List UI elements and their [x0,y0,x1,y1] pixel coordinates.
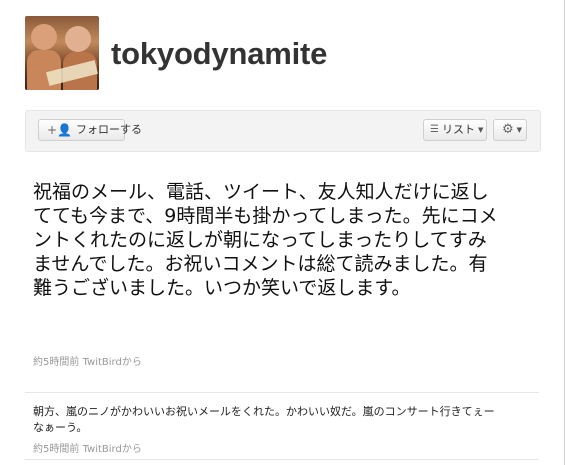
list-button[interactable]: ☰ リスト ▼ [423,119,487,141]
tweet-source[interactable]: TwitBirdから [83,444,142,455]
divider [25,392,539,393]
action-bar: +👤 フォローする ☰ リスト ▼ ⚙ ▼ [25,110,541,152]
add-user-icon: +👤 [47,123,72,137]
tweet-meta: 約5時間前 TwitBirdから [33,353,142,368]
tweet-timestamp[interactable]: 約5時間前 [33,357,79,368]
tweet-source[interactable]: TwitBirdから [83,357,142,368]
settings-button[interactable]: ⚙ ▼ [493,119,527,141]
tweet-timestamp[interactable]: 約5時間前 [33,444,79,455]
tweet-text: 朝方、嵐のニノがかわいいお祝いメールをくれた。かわいい奴だ。嵐のコンサート行きて… [33,405,495,434]
chevron-down-icon: ▼ [516,126,523,134]
follow-button-label: フォローする [76,123,142,136]
tweet-meta: 約5時間前 TwitBirdから [33,440,142,455]
divider [25,459,539,460]
list-button-label: リスト [441,123,475,136]
tweet-text: 祝福のメール、電話、ツイート、友人知人だけに返してても今まで、9時間半も掛かって… [33,181,498,299]
gear-icon: ⚙ [502,122,514,137]
list-icon: ☰ [430,124,439,135]
profile-username[interactable]: tokyodynamite [111,36,327,72]
avatar[interactable] [25,16,99,90]
follow-button[interactable]: +👤 フォローする [38,119,142,141]
chevron-down-icon: ▼ [477,126,484,134]
